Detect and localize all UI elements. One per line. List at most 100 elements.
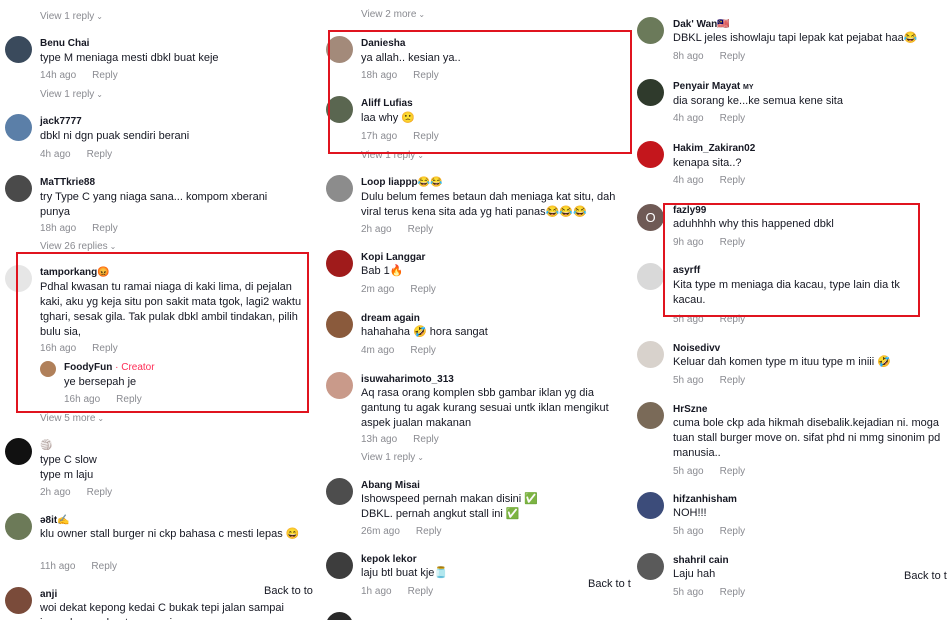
comment-column-3: Dak' Wan🇲🇾 DBKL jeles ishowlaju tapi lep… <box>632 0 950 620</box>
comment-username[interactable]: HrSzne <box>673 404 707 415</box>
comment-meta: 13h ago Reply <box>361 434 439 445</box>
avatar[interactable] <box>637 79 664 106</box>
comment-meta: 14h ago Reply <box>40 70 118 81</box>
comment-username[interactable]: 🏐 <box>40 440 52 451</box>
reply-button[interactable]: Reply <box>408 586 434 597</box>
avatar[interactable] <box>5 114 32 141</box>
reply-button[interactable]: Reply <box>413 434 439 445</box>
comment-username[interactable]: Benu Chai <box>40 38 89 49</box>
reply-button[interactable]: Reply <box>87 149 113 160</box>
comment-text: klu owner stall burger ni ckp bahasa c m… <box>40 528 300 540</box>
reply-button[interactable]: Reply <box>720 51 746 62</box>
avatar[interactable] <box>326 612 353 620</box>
reply-button[interactable]: Reply <box>720 175 746 186</box>
reply-button[interactable]: Reply <box>416 526 442 537</box>
view-replies-link[interactable]: View 1 reply ⌄ <box>40 11 103 22</box>
comment-username[interactable]: MaTTkrie88 <box>40 177 95 188</box>
comment-column-1: View 1 reply ⌄ Benu Chai type M meniaga m… <box>0 0 318 620</box>
avatar[interactable] <box>5 36 32 63</box>
comment-meta: 4h ago Reply <box>673 175 745 186</box>
reply-button[interactable]: Reply <box>87 487 113 498</box>
comment-text: Dulu belum femes betaun dah meniaga kat … <box>361 191 616 218</box>
avatar[interactable] <box>5 438 32 465</box>
comment-text: DBKL jeles ishowlaju tapi lepak kat peja… <box>673 32 918 44</box>
avatar[interactable] <box>5 175 32 202</box>
comment-username[interactable]: Noisedivv <box>673 343 720 354</box>
comment-meta: 5h ago Reply <box>673 466 745 477</box>
comment-time: 26m ago <box>361 526 400 537</box>
avatar[interactable] <box>326 311 353 338</box>
avatar[interactable] <box>637 263 664 290</box>
avatar[interactable] <box>637 492 664 519</box>
back-to-top-button[interactable]: Back to t <box>582 575 632 593</box>
comment-username[interactable]: kepok lekor <box>361 554 417 565</box>
avatar[interactable] <box>326 478 353 505</box>
comment-column-2: View 2 more ⌄ Daniesha ya allah.. kesian … <box>318 0 632 620</box>
avatar[interactable] <box>5 513 32 540</box>
comment-time: 4m ago <box>361 345 395 356</box>
reply-button[interactable]: Reply <box>720 113 746 124</box>
avatar[interactable] <box>637 553 664 580</box>
avatar[interactable] <box>637 141 664 168</box>
reply-button[interactable]: Reply <box>720 587 746 598</box>
comment-username[interactable]: hifzanhisham <box>673 494 737 505</box>
comment-username[interactable]: Loop liappp😂😂 <box>361 177 443 188</box>
comment-text: try Type C yang niaga sana... kompom xbe… <box>40 191 268 218</box>
comment-username[interactable]: Abang Misai <box>361 480 420 491</box>
avatar[interactable] <box>637 17 664 44</box>
chevron-down-icon: ⌄ <box>96 90 103 99</box>
comment-time: 5h ago <box>673 375 704 386</box>
reply-button[interactable]: Reply <box>720 526 746 537</box>
comment-username[interactable]: ə8it✍ <box>40 515 70 526</box>
view-replies-link[interactable]: View 26 replies ⌄ <box>40 241 116 252</box>
comment-text: woi dekat kepong kedai C bukak tepi jala… <box>40 602 284 620</box>
back-to-top-button[interactable]: Back to to <box>258 582 318 600</box>
comment-time: 4h ago <box>40 149 71 160</box>
avatar[interactable] <box>326 250 353 277</box>
reply-button[interactable]: Reply <box>720 466 746 477</box>
comment-username[interactable]: jack7777 <box>40 116 82 127</box>
comment-meta: 5h ago Reply <box>673 375 745 386</box>
comment-meta: 5h ago Reply <box>673 587 745 598</box>
reply-button[interactable]: Reply <box>92 223 118 234</box>
chevron-down-icon: ⌄ <box>418 10 426 19</box>
comment-time: 2h ago <box>40 487 71 498</box>
back-to-top-button[interactable]: Back to t <box>898 567 950 585</box>
comment-time: 13h ago <box>361 434 398 445</box>
comment-username[interactable]: dream again <box>361 313 420 324</box>
reply-button[interactable]: Reply <box>720 375 746 386</box>
avatar[interactable] <box>326 175 353 202</box>
reply-button[interactable]: Reply <box>92 70 118 81</box>
avatar[interactable] <box>5 587 32 614</box>
avatar[interactable] <box>326 552 353 579</box>
avatar[interactable] <box>637 402 664 429</box>
highlight-box <box>663 203 920 317</box>
comment-meta: 4h ago Reply <box>673 113 745 124</box>
reply-button[interactable]: Reply <box>410 345 436 356</box>
view-more-replies-link[interactable]: View 2 more ⌄ <box>361 9 425 20</box>
comment-username[interactable]: Penyair Mayat MY <box>673 81 754 92</box>
comment-username[interactable]: Hakim_Zakiran02 <box>673 143 755 154</box>
comment-username[interactable]: Kopi Langgar <box>361 252 425 263</box>
view-more-replies-link[interactable]: View 5 more ⌄ <box>40 413 104 424</box>
reply-button[interactable]: Reply <box>410 284 436 295</box>
comment-text: Bab 1🔥 <box>361 265 404 277</box>
reply-button[interactable]: Reply <box>408 224 434 235</box>
comment-meta: 4m ago Reply <box>361 345 436 356</box>
comment-username[interactable]: Dak' Wan🇲🇾 <box>673 19 730 30</box>
comment-username[interactable]: anji <box>40 589 57 600</box>
reply-button[interactable]: Reply <box>91 561 117 572</box>
view-replies-link[interactable]: View 1 reply ⌄ <box>361 452 424 463</box>
comment-meta: 18h ago Reply <box>40 223 118 234</box>
avatar[interactable] <box>637 341 664 368</box>
comment-time: 5h ago <box>673 526 704 537</box>
view-replies-link[interactable]: View 1 reply ⌄ <box>40 89 103 100</box>
comment-time: 4h ago <box>673 113 704 124</box>
avatar[interactable]: O <box>637 204 664 231</box>
comment-text: cuma bole ckp ada hikmah disebalik.kejad… <box>673 417 941 459</box>
comment-text: type C slow type m laju <box>40 454 97 481</box>
comment-text: type M meniaga mesti dbkl buat keje <box>40 52 219 64</box>
comment-username[interactable]: isuwaharimoto_313 <box>361 374 454 385</box>
comment-username[interactable]: shahril cain <box>673 555 729 566</box>
avatar[interactable] <box>326 372 353 399</box>
